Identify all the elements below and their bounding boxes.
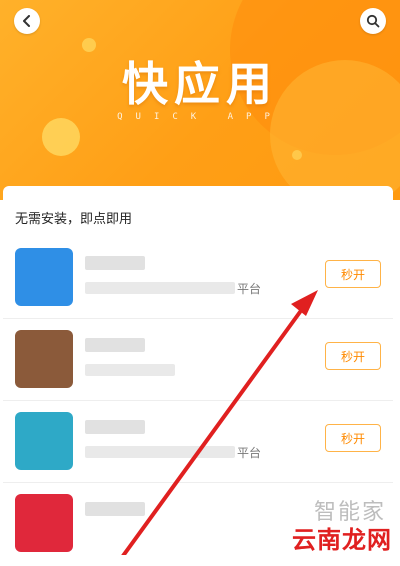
- app-name-blurred: [85, 338, 145, 352]
- app-icon[interactable]: [15, 330, 73, 388]
- app-name-blurred: [85, 420, 145, 434]
- section-title: 无需安装，即点即用: [15, 212, 133, 227]
- back-button[interactable]: [14, 8, 40, 34]
- app-desc: 平台: [237, 446, 262, 460]
- search-icon: [366, 14, 380, 28]
- search-button[interactable]: [360, 8, 386, 34]
- watermark-text: 云南龙网: [292, 526, 392, 554]
- list-item[interactable]: 平台 秒开: [3, 400, 393, 483]
- list-item[interactable]: 平台 秒开: [3, 236, 393, 319]
- app-icon[interactable]: [15, 412, 73, 470]
- app-desc-blurred: [85, 364, 175, 376]
- app-icon[interactable]: [15, 494, 73, 552]
- decor-dot: [292, 150, 302, 160]
- app-icon[interactable]: [15, 248, 73, 306]
- instant-open-button[interactable]: 秒开: [325, 424, 381, 452]
- app-desc-blurred: [85, 282, 235, 294]
- app-desc-blurred: [85, 446, 235, 458]
- app-desc: 平台: [237, 282, 262, 296]
- instant-open-button[interactable]: 秒开: [325, 260, 381, 288]
- hero-banner: 快应用 QUICK APP: [0, 0, 400, 200]
- app-name-blurred: [85, 256, 145, 270]
- chevron-left-icon: [23, 15, 30, 27]
- decor-dot: [42, 118, 80, 156]
- app-name-blurred: [85, 502, 145, 516]
- instant-open-button[interactable]: 秒开: [325, 342, 381, 370]
- page-title: 快应用: [122, 57, 278, 111]
- page-subtitle: QUICK APP: [117, 112, 283, 122]
- list-item[interactable]: 秒开: [3, 318, 393, 401]
